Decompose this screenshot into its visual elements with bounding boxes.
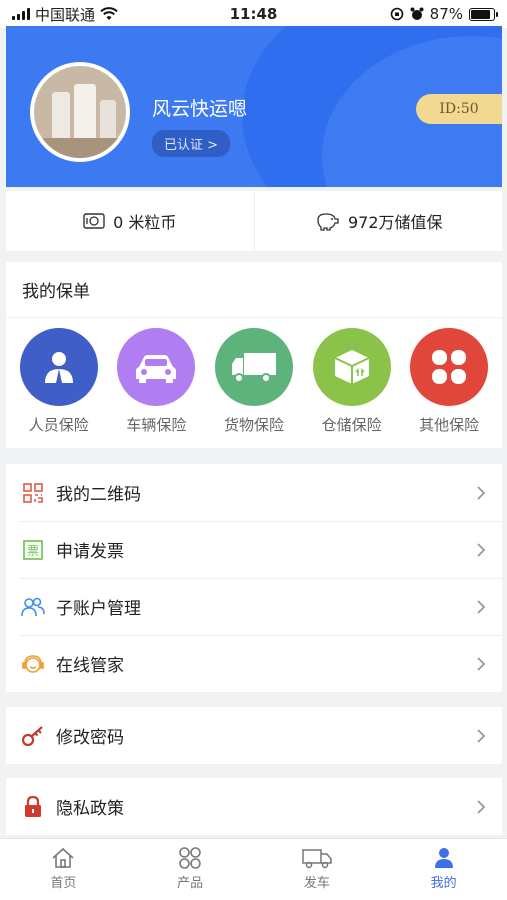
- policy-label: 车辆保险: [126, 416, 187, 434]
- policy-person[interactable]: 人员保险: [13, 328, 105, 435]
- carrier-label: 中国联通: [35, 5, 96, 24]
- chevron-right-icon: [477, 542, 486, 557]
- rotation-lock-icon: [390, 7, 403, 21]
- chevron-right-icon: [477, 799, 486, 814]
- tab-label: 发车: [303, 876, 330, 891]
- policy-row: 人员保险 车辆保险 货物保险 仓储保险 其他保险: [6, 318, 502, 435]
- signal-icon: [12, 8, 30, 20]
- policy-warehouse[interactable]: 仓储保险: [306, 328, 398, 435]
- wifi-icon: [100, 7, 118, 20]
- menu-item-privacy-policy[interactable]: 隐私政策: [6, 778, 502, 835]
- chevron-right-icon: [477, 599, 486, 614]
- headset-icon: [20, 651, 46, 677]
- tab-bar: 首页 产品 发车 我的: [0, 838, 507, 900]
- savings-stat[interactable]: 972万储值保: [253, 191, 503, 251]
- battery-fill: [471, 9, 491, 19]
- tab-label: 首页: [50, 876, 77, 891]
- policy-label: 其他保险: [419, 416, 480, 434]
- tab-dispatch[interactable]: 发车: [254, 839, 381, 900]
- policy-other[interactable]: 其他保险: [403, 328, 495, 435]
- clover-icon: [410, 328, 489, 406]
- piggy-bank-icon: [317, 213, 339, 231]
- menu-label: 在线管家: [56, 656, 124, 676]
- policy-label: 货物保险: [223, 416, 284, 434]
- policy-car[interactable]: 车辆保险: [110, 328, 202, 435]
- stats-row: 0 米粒币 972万储值保: [6, 191, 502, 251]
- id-badge: ID:50: [416, 94, 502, 124]
- person-icon: [19, 328, 98, 406]
- coins-label: 0 米粒币: [113, 213, 177, 232]
- key-icon: [20, 723, 46, 749]
- menu-label: 申请发票: [56, 542, 124, 562]
- avatar[interactable]: [30, 62, 130, 162]
- tab-products[interactable]: 产品: [127, 839, 254, 900]
- status-right: 87%: [390, 5, 498, 23]
- svg-text:票: 票: [27, 544, 39, 558]
- qrcode-icon: [20, 480, 46, 506]
- menu-item-qrcode[interactable]: 我的二维码: [6, 464, 502, 521]
- menu-item-subaccounts[interactable]: 子账户管理: [6, 578, 502, 635]
- menu-item-invoice[interactable]: 票 申请发票: [6, 521, 502, 578]
- policies-section: 我的保单 人员保险 车辆保险 货物保险 仓储保险 其他保险: [6, 262, 502, 448]
- box-icon: [312, 328, 391, 406]
- policy-label: 人员保险: [28, 416, 89, 434]
- chevron-right-icon: [477, 485, 486, 500]
- alarm-icon: [410, 7, 424, 20]
- lock-icon: [20, 794, 46, 820]
- policy-cargo[interactable]: 货物保险: [208, 328, 300, 435]
- users-icon: [20, 594, 46, 620]
- user-name: 风云快运嗯: [152, 98, 248, 120]
- tab-label: 产品: [177, 876, 204, 891]
- tab-mine[interactable]: 我的: [380, 839, 507, 900]
- menu-group-main: 我的二维码 票 申请发票 子账户管理 在线管家: [6, 464, 502, 692]
- menu-label: 修改密码: [56, 728, 124, 748]
- tab-home[interactable]: 首页: [0, 839, 127, 900]
- battery-percent: 87%: [429, 5, 463, 23]
- product-icon: [179, 847, 201, 869]
- tab-label: 我的: [430, 876, 457, 891]
- menu-group-privacy: 隐私政策: [6, 778, 502, 835]
- menu-group-password: 修改密码: [6, 707, 502, 764]
- policies-title: 我的保单: [6, 262, 502, 318]
- profile-header: 风云快运嗯 已认证 > ID:50: [6, 26, 502, 187]
- menu-label: 子账户管理: [56, 599, 141, 619]
- chevron-right-icon: [477, 656, 486, 671]
- battery-icon: [469, 7, 498, 21]
- menu-label: 隐私政策: [56, 799, 124, 819]
- chevron-right-icon: [477, 728, 486, 743]
- verified-badge[interactable]: 已认证 >: [152, 130, 231, 157]
- menu-item-online-butler[interactable]: 在线管家: [6, 635, 502, 692]
- car-icon: [117, 328, 196, 406]
- policy-label: 仓储保险: [321, 416, 382, 434]
- status-left: 中国联通: [12, 4, 118, 25]
- status-bar: 中国联通 11:48 87%: [0, 0, 507, 28]
- profile-icon: [434, 848, 453, 868]
- menu-item-change-password[interactable]: 修改密码: [6, 707, 502, 764]
- truck-icon: [214, 328, 293, 406]
- coin-ticket-icon: [83, 213, 105, 229]
- menu-label: 我的二维码: [56, 485, 141, 505]
- truck-icon: [302, 849, 332, 869]
- invoice-icon: 票: [20, 537, 46, 563]
- home-icon: [52, 847, 74, 868]
- savings-label: 972万储值保: [347, 213, 443, 232]
- coins-stat[interactable]: 0 米粒币: [6, 191, 254, 251]
